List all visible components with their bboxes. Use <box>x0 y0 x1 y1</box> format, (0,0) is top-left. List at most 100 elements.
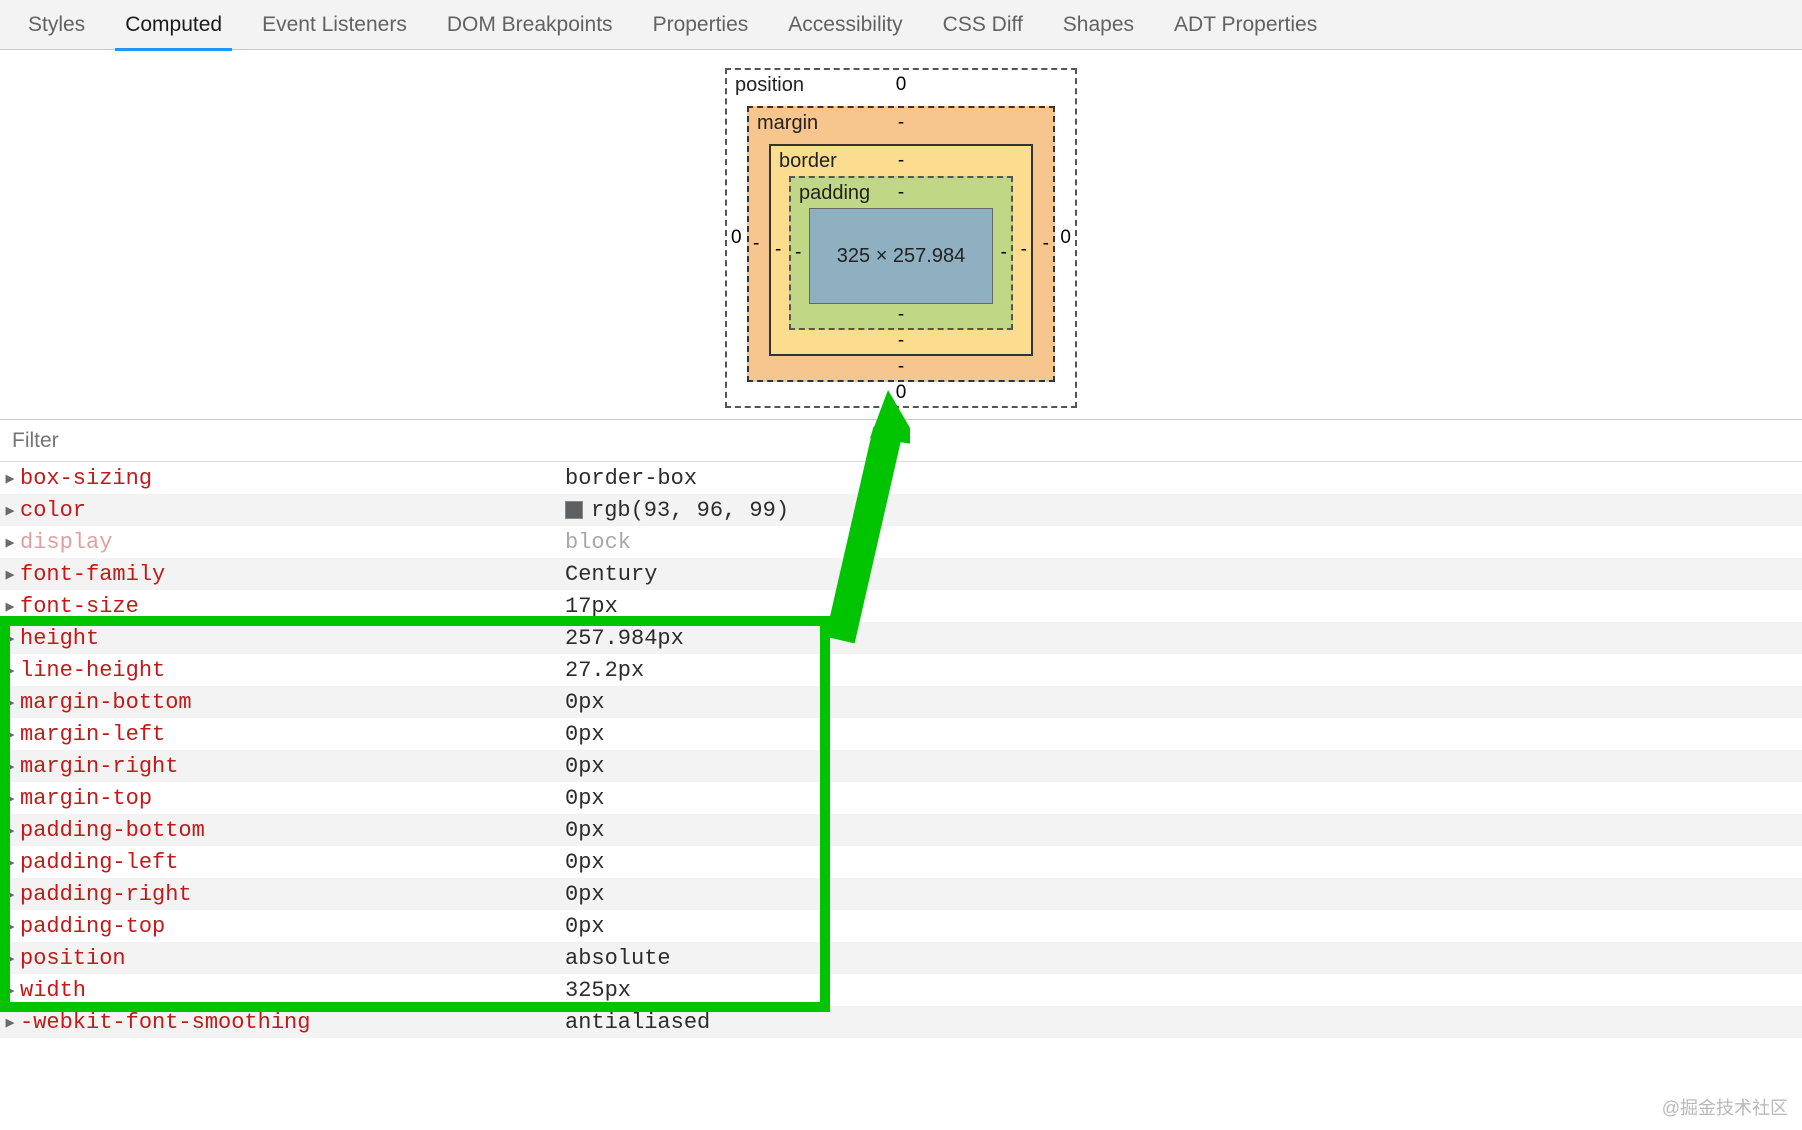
property-name: height <box>20 626 565 651</box>
property-name: font-size <box>20 594 565 619</box>
disclosure-triangle-icon[interactable]: ▶ <box>0 949 20 968</box>
disclosure-triangle-icon[interactable]: ▶ <box>0 629 20 648</box>
property-name: display <box>20 530 565 555</box>
property-value: 0px <box>565 722 605 747</box>
property-row-display[interactable]: ▶displayblock <box>0 526 1802 558</box>
box-model-margin: margin - - - - border - - - - padding - … <box>747 106 1055 382</box>
property-row-padding-top[interactable]: ▶padding-top0px <box>0 910 1802 942</box>
disclosure-triangle-icon[interactable]: ▶ <box>0 789 20 808</box>
property-row-height[interactable]: ▶height257.984px <box>0 622 1802 654</box>
property-value: 0px <box>565 786 605 811</box>
property-value: 17px <box>565 594 618 619</box>
property-name: line-height <box>20 658 565 683</box>
disclosure-triangle-icon[interactable]: ▶ <box>0 469 20 488</box>
tab-dom-breakpoints[interactable]: DOM Breakpoints <box>427 0 633 50</box>
property-row-color[interactable]: ▶colorrgb(93, 96, 99) <box>0 494 1802 526</box>
property-value: 257.984px <box>565 626 684 651</box>
filter-bar <box>0 420 1802 462</box>
box-model-border: border - - - - padding - - - - 325 × 257… <box>769 144 1033 356</box>
disclosure-triangle-icon[interactable]: ▶ <box>0 597 20 616</box>
bm-position-left: 0 <box>731 227 742 249</box>
box-model-padding: padding - - - - 325 × 257.984 <box>789 176 1013 330</box>
tab-styles[interactable]: Styles <box>8 0 105 50</box>
disclosure-triangle-icon[interactable]: ▶ <box>0 565 20 584</box>
property-name: padding-bottom <box>20 818 565 843</box>
property-name: font-family <box>20 562 565 587</box>
bm-position-bottom: 0 <box>896 382 907 404</box>
property-value: absolute <box>565 946 671 971</box>
bm-position-label: position <box>735 74 804 97</box>
property-row-font-family[interactable]: ▶font-familyCentury <box>0 558 1802 590</box>
bm-border-label: border <box>779 150 837 173</box>
filter-input[interactable] <box>10 428 410 454</box>
property-name: width <box>20 978 565 1003</box>
property-row-width[interactable]: ▶width325px <box>0 974 1802 1006</box>
disclosure-triangle-icon[interactable]: ▶ <box>0 533 20 552</box>
property-name: margin-right <box>20 754 565 779</box>
tab-adt-properties[interactable]: ADT Properties <box>1154 0 1337 50</box>
property-value: 0px <box>565 754 605 779</box>
tab-properties[interactable]: Properties <box>633 0 769 50</box>
tab-computed[interactable]: Computed <box>105 0 242 50</box>
box-model-position: position 0 0 0 0 margin - - - - border -… <box>725 68 1077 408</box>
property-name: -webkit-font-smoothing <box>20 1010 565 1035</box>
property-name: margin-left <box>20 722 565 747</box>
tab-accessibility[interactable]: Accessibility <box>768 0 922 50</box>
bm-margin-label: margin <box>757 112 818 135</box>
property-value: 0px <box>565 818 605 843</box>
bm-padding-label: padding <box>799 182 870 205</box>
property-row-box-sizing[interactable]: ▶box-sizingborder-box <box>0 462 1802 494</box>
property-row-margin-top[interactable]: ▶margin-top0px <box>0 782 1802 814</box>
bm-position-top: 0 <box>896 74 907 96</box>
disclosure-triangle-icon[interactable]: ▶ <box>0 693 20 712</box>
property-name: padding-top <box>20 914 565 939</box>
property-row-position[interactable]: ▶positionabsolute <box>0 942 1802 974</box>
property-value: rgb(93, 96, 99) <box>565 498 789 523</box>
disclosure-triangle-icon[interactable]: ▶ <box>0 1013 20 1032</box>
disclosure-triangle-icon[interactable]: ▶ <box>0 853 20 872</box>
disclosure-triangle-icon[interactable]: ▶ <box>0 981 20 1000</box>
property-value: 27.2px <box>565 658 644 683</box>
property-row-margin-right[interactable]: ▶margin-right0px <box>0 750 1802 782</box>
disclosure-triangle-icon[interactable]: ▶ <box>0 725 20 744</box>
property-value: 0px <box>565 882 605 907</box>
property-row-line-height[interactable]: ▶line-height27.2px <box>0 654 1802 686</box>
property-row-font-size[interactable]: ▶font-size17px <box>0 590 1802 622</box>
property-value: 0px <box>565 690 605 715</box>
property-name: box-sizing <box>20 466 565 491</box>
property-row-margin-left[interactable]: ▶margin-left0px <box>0 718 1802 750</box>
property-value: 0px <box>565 914 605 939</box>
disclosure-triangle-icon[interactable]: ▶ <box>0 757 20 776</box>
property-name: padding-left <box>20 850 565 875</box>
property-name: margin-bottom <box>20 690 565 715</box>
property-row-padding-bottom[interactable]: ▶padding-bottom0px <box>0 814 1802 846</box>
disclosure-triangle-icon[interactable]: ▶ <box>0 821 20 840</box>
watermark: @掘金技术社区 <box>1662 1094 1788 1120</box>
property-value: 0px <box>565 850 605 875</box>
tab-shapes[interactable]: Shapes <box>1043 0 1154 50</box>
property-value: border-box <box>565 466 697 491</box>
property-row--webkit-font-smoothing[interactable]: ▶-webkit-font-smoothingantialiased <box>0 1006 1802 1038</box>
property-row-padding-left[interactable]: ▶padding-left0px <box>0 846 1802 878</box>
tab-event-listeners[interactable]: Event Listeners <box>242 0 427 50</box>
property-name: padding-right <box>20 882 565 907</box>
property-value: Century <box>565 562 657 587</box>
property-value: block <box>565 530 631 555</box>
bm-position-right: 0 <box>1060 227 1071 249</box>
property-name: margin-top <box>20 786 565 811</box>
property-row-padding-right[interactable]: ▶padding-right0px <box>0 878 1802 910</box>
property-value: 325px <box>565 978 631 1003</box>
computed-properties-list: ▶box-sizingborder-box▶colorrgb(93, 96, 9… <box>0 462 1802 1038</box>
disclosure-triangle-icon[interactable]: ▶ <box>0 917 20 936</box>
disclosure-triangle-icon[interactable]: ▶ <box>0 885 20 904</box>
tab-css-diff[interactable]: CSS Diff <box>923 0 1043 50</box>
box-model-diagram: position 0 0 0 0 margin - - - - border -… <box>0 50 1802 420</box>
color-swatch[interactable] <box>565 501 583 519</box>
property-name: color <box>20 498 565 523</box>
property-name: position <box>20 946 565 971</box>
disclosure-triangle-icon[interactable]: ▶ <box>0 501 20 520</box>
property-row-margin-bottom[interactable]: ▶margin-bottom0px <box>0 686 1802 718</box>
disclosure-triangle-icon[interactable]: ▶ <box>0 661 20 680</box>
devtools-tabs: StylesComputedEvent ListenersDOM Breakpo… <box>0 0 1802 50</box>
box-model-content: 325 × 257.984 <box>809 208 993 304</box>
